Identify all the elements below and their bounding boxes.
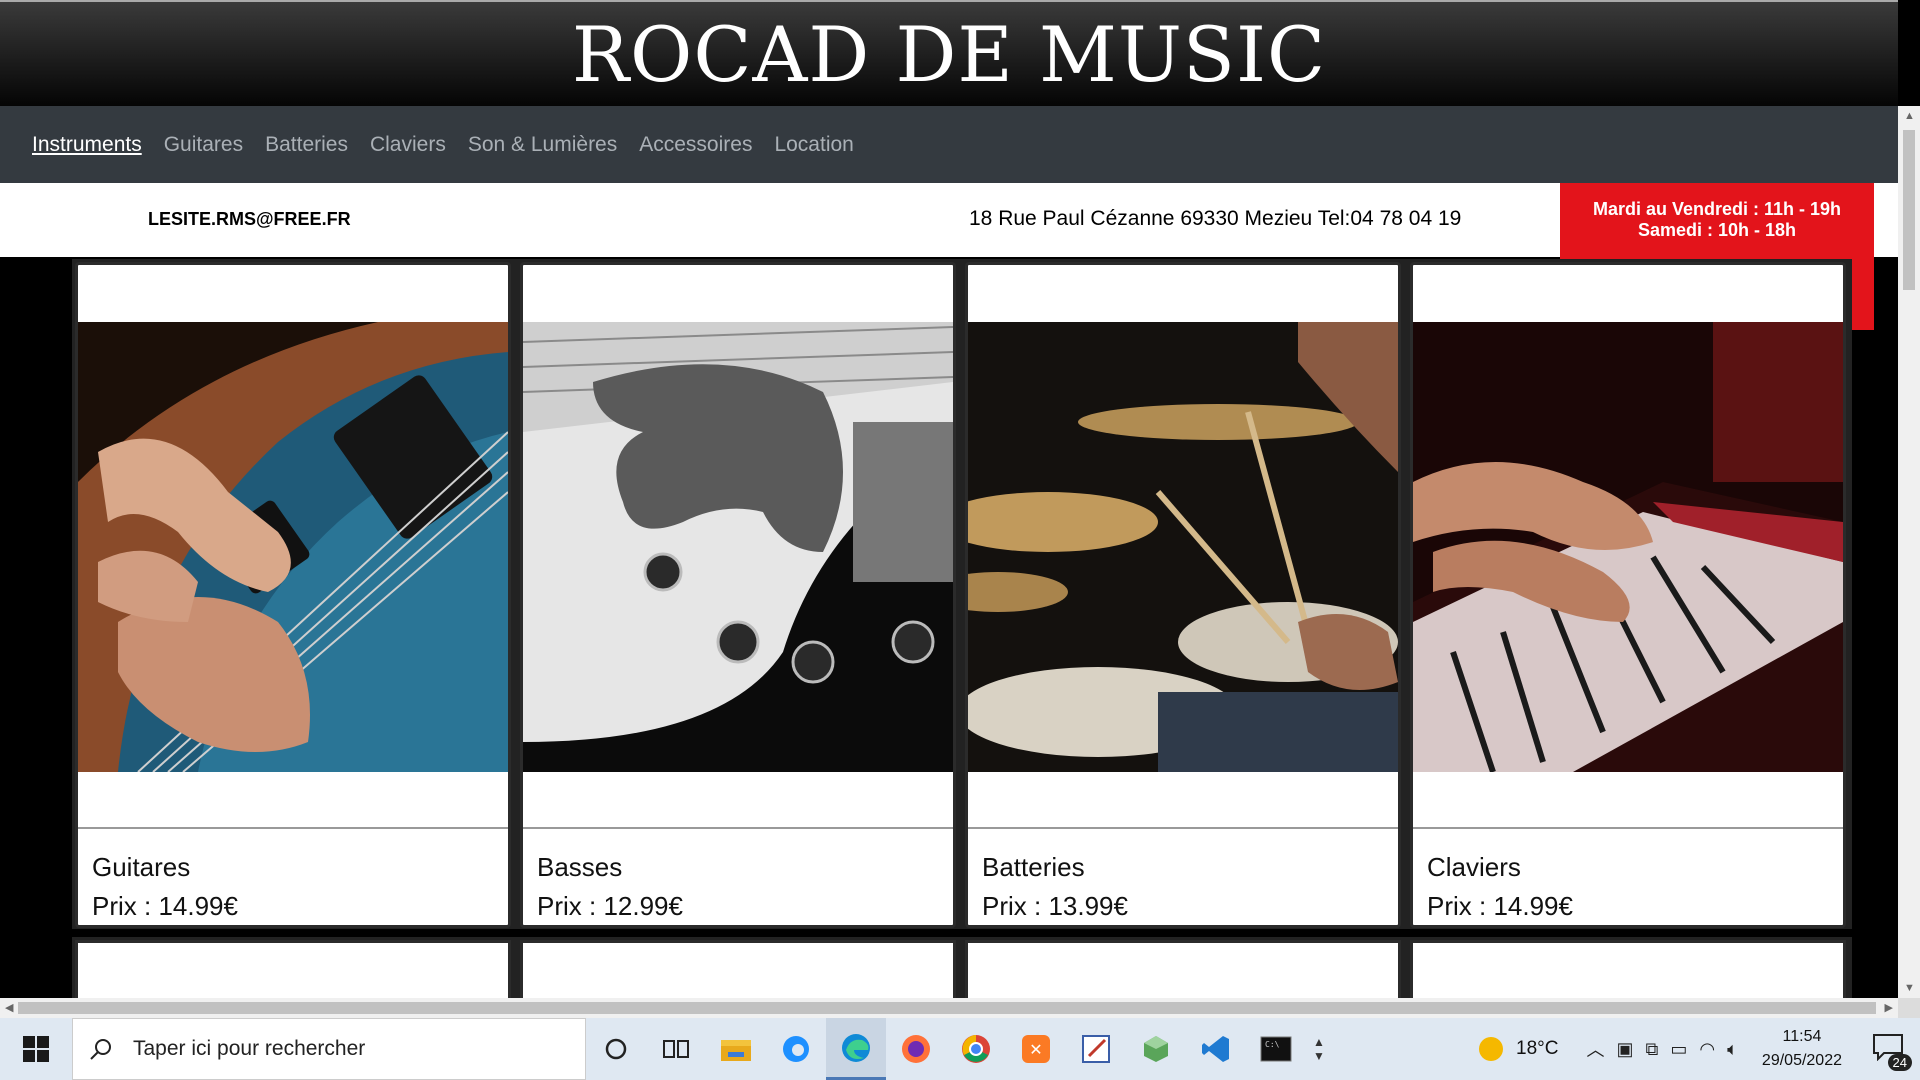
nav-link-accessoires[interactable]: Accessoires (639, 133, 752, 157)
nav-link-location[interactable]: Location (774, 133, 853, 157)
system-tray: 18°C ︿ ▣ ⧉ ▭ ◠ 🔈︎ 11:54 29/05/2022 24 (1476, 1018, 1920, 1080)
edge-icon[interactable] (826, 1018, 886, 1080)
edge-legacy-icon[interactable] (766, 1018, 826, 1080)
product-card-partial[interactable] (1410, 940, 1846, 998)
product-card-partial[interactable] (965, 940, 1401, 998)
product-price: Prix : 14.99€ (92, 891, 238, 921)
product-grid: Guitares Prix : 14.99€ Basses Prix: 12.… (72, 259, 1852, 929)
volume-icon[interactable]: 🔈︎ (1727, 1039, 1738, 1060)
bass-guitar-photo (523, 322, 953, 772)
product-name: Guitares (92, 852, 191, 882)
contact-email[interactable]: LESITE.RMS@FREE.FR (148, 209, 351, 230)
card-divider (1413, 827, 1843, 829)
clock-date: 29/05/2022 (1761, 1052, 1842, 1069)
taskbar-search[interactable]: Taper ici pour rechercher (72, 1018, 586, 1080)
product-grid-row-2 (72, 937, 1852, 998)
horizontal-scroll-thumb[interactable] (18, 1002, 1876, 1014)
product-card-partial[interactable] (520, 940, 956, 998)
product-name: Batteries (982, 852, 1085, 882)
electric-guitar-photo (78, 322, 508, 772)
meet-now-icon[interactable]: ▣ (1617, 1039, 1634, 1060)
nav-link-son-lumieres[interactable]: Son & Lumières (468, 133, 617, 157)
nav-link-batteries[interactable]: Batteries (265, 133, 348, 157)
product-card-claviers[interactable]: Claviers Prix : 14.99€ (1410, 262, 1846, 928)
weather-sun-icon[interactable] (1476, 1034, 1506, 1064)
editor-icon[interactable] (1066, 1018, 1126, 1080)
horizontal-scrollbar[interactable]: ◀ ▶ (0, 998, 1898, 1018)
card-divider (523, 827, 953, 829)
weather-temperature[interactable]: 18°C (1516, 1038, 1558, 1060)
show-hidden-icons-chevron-icon[interactable]: ︿ (1587, 1036, 1605, 1062)
wifi-icon[interactable]: ◠ (1699, 1039, 1715, 1060)
notification-count-badge: 24 (1887, 1054, 1912, 1071)
nav-link-claviers[interactable]: Claviers (370, 133, 446, 157)
site-title: ROCAD DE MUSIC (571, 9, 1327, 99)
chrome-icon[interactable] (946, 1018, 1006, 1080)
notification-center-button[interactable]: 24 (1870, 1029, 1912, 1071)
card-divider (968, 827, 1398, 829)
vertical-scrollbar[interactable]: ▲ ▼ (1898, 106, 1920, 998)
clock-time: 11:54 (1782, 1028, 1822, 1045)
product-card-batteries[interactable]: Batteries Prix : 13.99€ (965, 262, 1401, 928)
windows-logo-icon (23, 1036, 49, 1062)
svg-text:C:\: C:\ (1265, 1040, 1280, 1049)
start-button[interactable] (0, 1018, 72, 1080)
vertical-scroll-thumb[interactable] (1903, 130, 1915, 290)
scroll-right-icon[interactable]: ▶ (1885, 1001, 1893, 1014)
product-price: Prix : 12.99€ (537, 891, 683, 921)
taskbar-overflow-chevron-icon[interactable]: ▲ ▼ (1306, 1018, 1332, 1080)
search-placeholder: Taper ici pour rechercher (133, 1037, 366, 1060)
screen-capture-icon[interactable]: ⧉ (1646, 1039, 1659, 1060)
search-icon (90, 1039, 111, 1060)
shop-address: 18 Rue Paul Cézanne 69330 Mezieu Tel:04 … (969, 207, 1462, 230)
cube-app-icon[interactable] (1126, 1018, 1186, 1080)
xampp-icon[interactable]: ✕ (1006, 1018, 1066, 1080)
product-price: Prix : 14.99€ (1427, 891, 1573, 921)
scrollbar-corner (1898, 998, 1920, 1018)
product-name: Claviers (1427, 852, 1521, 882)
terminal-icon[interactable]: C:\ (1246, 1018, 1306, 1080)
browser-viewport: ROCAD DE MUSIC Instruments Guitares Batt… (0, 0, 1898, 998)
windows-taskbar: Taper ici pour rechercher ✕ C:\ ▲ ▼ 18°C … (0, 1018, 1920, 1080)
task-view-icon[interactable] (646, 1018, 706, 1080)
scroll-down-icon[interactable]: ▼ (1904, 982, 1915, 994)
vscode-icon[interactable] (1186, 1018, 1246, 1080)
scroll-left-icon[interactable]: ◀ (5, 1001, 13, 1014)
card-divider (78, 827, 508, 829)
hours-saturday: Samedi : 10h - 18h (1637, 220, 1797, 240)
cortana-icon[interactable] (586, 1018, 646, 1080)
drums-photo (968, 322, 1398, 772)
taskbar-clock[interactable]: 11:54 29/05/2022 (1762, 1025, 1842, 1073)
battery-icon[interactable]: ▭ (1670, 1039, 1687, 1060)
site-header: ROCAD DE MUSIC (0, 0, 1898, 106)
svg-text:✕: ✕ (1029, 1040, 1042, 1059)
file-explorer-icon[interactable] (706, 1018, 766, 1080)
nav-link-guitares[interactable]: Guitares (164, 133, 243, 157)
info-bar: LESITE.RMS@FREE.FR 18 Rue Paul Cézanne 6… (0, 183, 1898, 330)
nav-link-instruments[interactable]: Instruments (32, 133, 142, 157)
firefox-icon[interactable] (886, 1018, 946, 1080)
product-card-basses[interactable]: Basses Prix : 12.99€ (520, 262, 956, 928)
main-navbar: Instruments Guitares Batteries Claviers … (0, 106, 1898, 183)
scroll-up-icon[interactable]: ▲ (1904, 110, 1915, 122)
product-card-partial[interactable] (75, 940, 511, 998)
product-card-guitares[interactable]: Guitares Prix : 14.99€ (75, 262, 511, 928)
product-name: Basses (537, 852, 623, 882)
product-price: Prix : 13.99€ (982, 891, 1128, 921)
hours-weekday: Mardi au Vendredi : 11h - 19h (1592, 199, 1842, 219)
keyboard-photo (1413, 322, 1843, 772)
